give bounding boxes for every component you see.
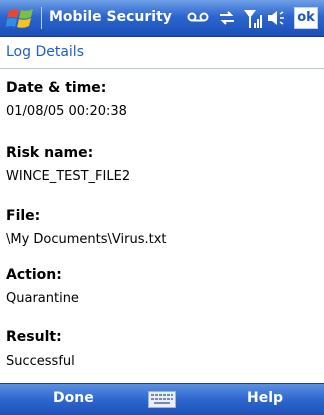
windows-logo-icon[interactable] xyxy=(6,7,36,30)
action-label: Action: xyxy=(6,267,62,283)
file-label: File: xyxy=(6,208,41,224)
app-title: Mobile Security xyxy=(49,9,172,25)
result-label: Result: xyxy=(6,329,62,345)
date-time-value: 01/08/05 00:20:38 xyxy=(6,104,127,119)
voicemail-icon[interactable] xyxy=(187,9,211,23)
page-header: Log Details xyxy=(0,37,324,69)
volume-icon[interactable] xyxy=(267,9,289,27)
done-button[interactable]: Done xyxy=(53,390,94,406)
risk-name-label: Risk name: xyxy=(6,145,94,161)
sync-icon[interactable] xyxy=(218,9,236,27)
ok-button[interactable]: ok xyxy=(294,7,318,29)
menu-bar: Done Help xyxy=(0,383,324,415)
keyboard-icon[interactable] xyxy=(148,391,176,408)
help-button[interactable]: Help xyxy=(247,390,283,406)
date-time-label: Date & time: xyxy=(6,80,107,96)
title-separator xyxy=(41,7,42,29)
page-title: Log Details xyxy=(6,44,84,60)
signal-icon[interactable] xyxy=(243,9,263,29)
title-bar: Mobile Security ok xyxy=(0,0,324,37)
risk-name-value: WINCE_TEST_FILE2 xyxy=(6,169,131,184)
action-value: Quarantine xyxy=(6,291,79,306)
result-value: Successful xyxy=(6,354,75,369)
file-value: \My Documents\Virus.txt xyxy=(6,232,167,247)
